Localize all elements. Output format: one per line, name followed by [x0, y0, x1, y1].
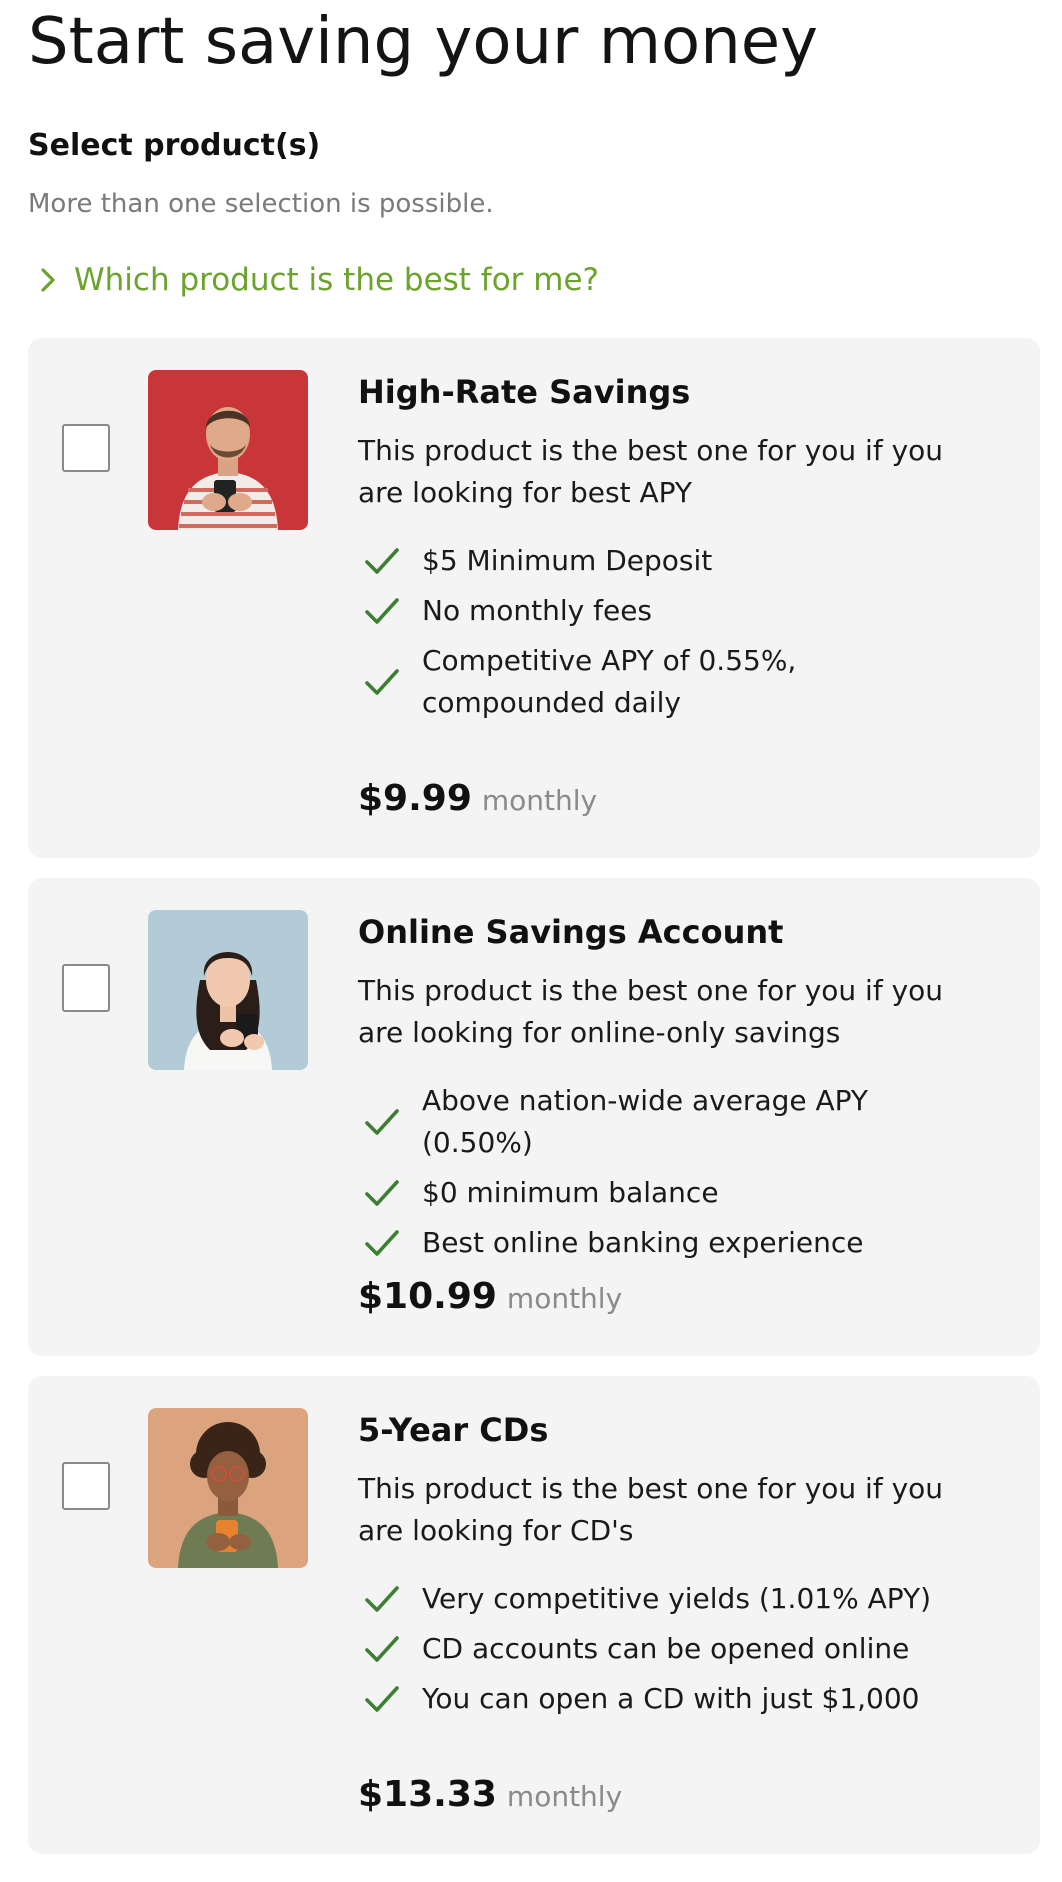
product-checkbox[interactable] — [62, 424, 110, 472]
woman-with-phone-photo — [148, 1408, 308, 1568]
product-checkbox[interactable] — [62, 1462, 110, 1510]
feature-item: $0 minimum balance — [358, 1172, 970, 1214]
product-selection-page: Start saving your money Select product(s… — [0, 0, 1062, 1882]
price-amount: $9.99 — [358, 778, 472, 819]
feature-text: No monthly fees — [422, 594, 653, 627]
product-name: Online Savings Account — [358, 913, 784, 951]
feature-item: $5 Minimum Deposit — [358, 540, 970, 582]
check-icon — [365, 1586, 399, 1612]
section-hint: More than one selection is possible. — [28, 189, 494, 219]
product-checkbox[interactable] — [62, 964, 110, 1012]
feature-text: Above nation-wide average APY (0.50%) — [422, 1084, 869, 1159]
feature-text: $5 Minimum Deposit — [422, 544, 713, 577]
check-icon — [365, 1109, 399, 1135]
product-description: This product is the best one for you if … — [358, 434, 944, 509]
chevron-right-icon — [40, 267, 56, 293]
check-icon — [365, 548, 399, 574]
feature-text: Very competitive yields (1.01% APY) — [422, 1582, 932, 1615]
section-title: Select product(s) — [28, 128, 321, 163]
feature-text: Competitive APY of 0.55%, compounded dai… — [422, 644, 797, 719]
check-icon — [365, 669, 399, 695]
product-card-online-savings: Online Savings Account This product is t… — [28, 878, 1040, 1356]
feature-item: Competitive APY of 0.55%, compounded dai… — [358, 640, 970, 724]
feature-list: Very competitive yields (1.01% APY) CD a… — [358, 1578, 970, 1720]
feature-item: Best online banking experience — [358, 1222, 970, 1264]
feature-text: You can open a CD with just $1,000 — [422, 1682, 920, 1715]
product-help-link-label: Which product is the best for me? — [74, 262, 600, 298]
feature-item: You can open a CD with just $1,000 — [358, 1678, 970, 1720]
price-amount: $10.99 — [358, 1276, 497, 1317]
girl-with-phone-photo — [148, 910, 308, 1070]
man-with-phone-photo — [148, 370, 308, 530]
product-name: 5-Year CDs — [358, 1411, 549, 1449]
product-name: High-Rate Savings — [358, 373, 691, 411]
price-period: monthly — [481, 784, 598, 817]
product-description: This product is the best one for you if … — [358, 974, 944, 1049]
feature-text: Best online banking experience — [422, 1226, 864, 1259]
feature-text: $0 minimum balance — [422, 1176, 719, 1209]
feature-list: $5 Minimum Deposit No monthly fees Compe… — [358, 540, 970, 724]
feature-item: CD accounts can be opened online — [358, 1628, 970, 1670]
feature-list: Above nation-wide average APY (0.50%) $0… — [358, 1080, 970, 1264]
price-row: $10.99 monthly — [358, 1276, 622, 1317]
feature-item: No monthly fees — [358, 590, 970, 632]
check-icon — [365, 1686, 399, 1712]
feature-item: Very competitive yields (1.01% APY) — [358, 1578, 970, 1620]
check-icon — [365, 1180, 399, 1206]
check-icon — [365, 1230, 399, 1256]
feature-text: CD accounts can be opened online — [422, 1632, 910, 1665]
product-description: This product is the best one for you if … — [358, 1472, 944, 1547]
page-title: Start saving your money — [28, 5, 818, 79]
product-card-high-rate-savings: High-Rate Savings This product is the be… — [28, 338, 1040, 858]
product-card-5-year-cds: 5-Year CDs This product is the best one … — [28, 1376, 1040, 1854]
price-period: monthly — [506, 1282, 623, 1315]
check-icon — [365, 1636, 399, 1662]
price-period: monthly — [506, 1780, 623, 1813]
price-row: $9.99 monthly — [358, 778, 597, 819]
price-amount: $13.33 — [358, 1774, 497, 1815]
feature-item: Above nation-wide average APY (0.50%) — [358, 1080, 970, 1164]
check-icon — [365, 598, 399, 624]
product-help-link[interactable]: Which product is the best for me? — [40, 260, 599, 300]
price-row: $13.33 monthly — [358, 1774, 622, 1815]
